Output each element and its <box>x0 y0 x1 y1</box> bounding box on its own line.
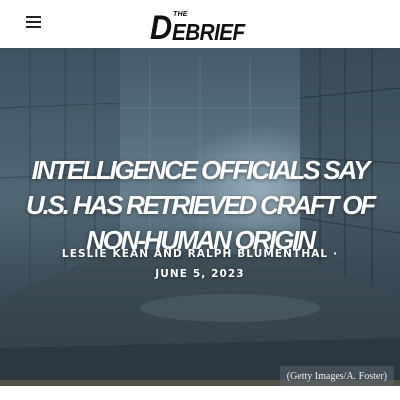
author-link-1[interactable]: LESLIE KEAN <box>62 248 149 260</box>
site-header: D THE EBRIEF <box>0 0 400 48</box>
logo-small-text: THE <box>173 11 188 18</box>
page-content-start <box>0 386 400 400</box>
logo-text: EBRIEF <box>172 19 245 45</box>
article-date: JUNE 5, 2023 <box>155 268 245 280</box>
image-credit: (Getty Images/A. Foster) <box>279 366 394 386</box>
article-byline: LESLIE KEAN AND RALPH BLUMENTHAL · JUNE … <box>30 244 370 284</box>
author-joiner: AND <box>153 248 183 260</box>
byline-separator: · <box>333 248 339 260</box>
hamburger-menu-icon[interactable] <box>26 16 41 29</box>
author-link-2[interactable]: RALPH BLUMENTHAL <box>188 248 329 260</box>
article-headline: Intelligence Officials Say U.S. Has Retr… <box>26 155 376 255</box>
logo-initial: D <box>150 9 173 47</box>
site-logo[interactable]: D THE EBRIEF <box>148 8 252 46</box>
hero-image: Intelligence Officials Say U.S. Has Retr… <box>0 48 400 386</box>
